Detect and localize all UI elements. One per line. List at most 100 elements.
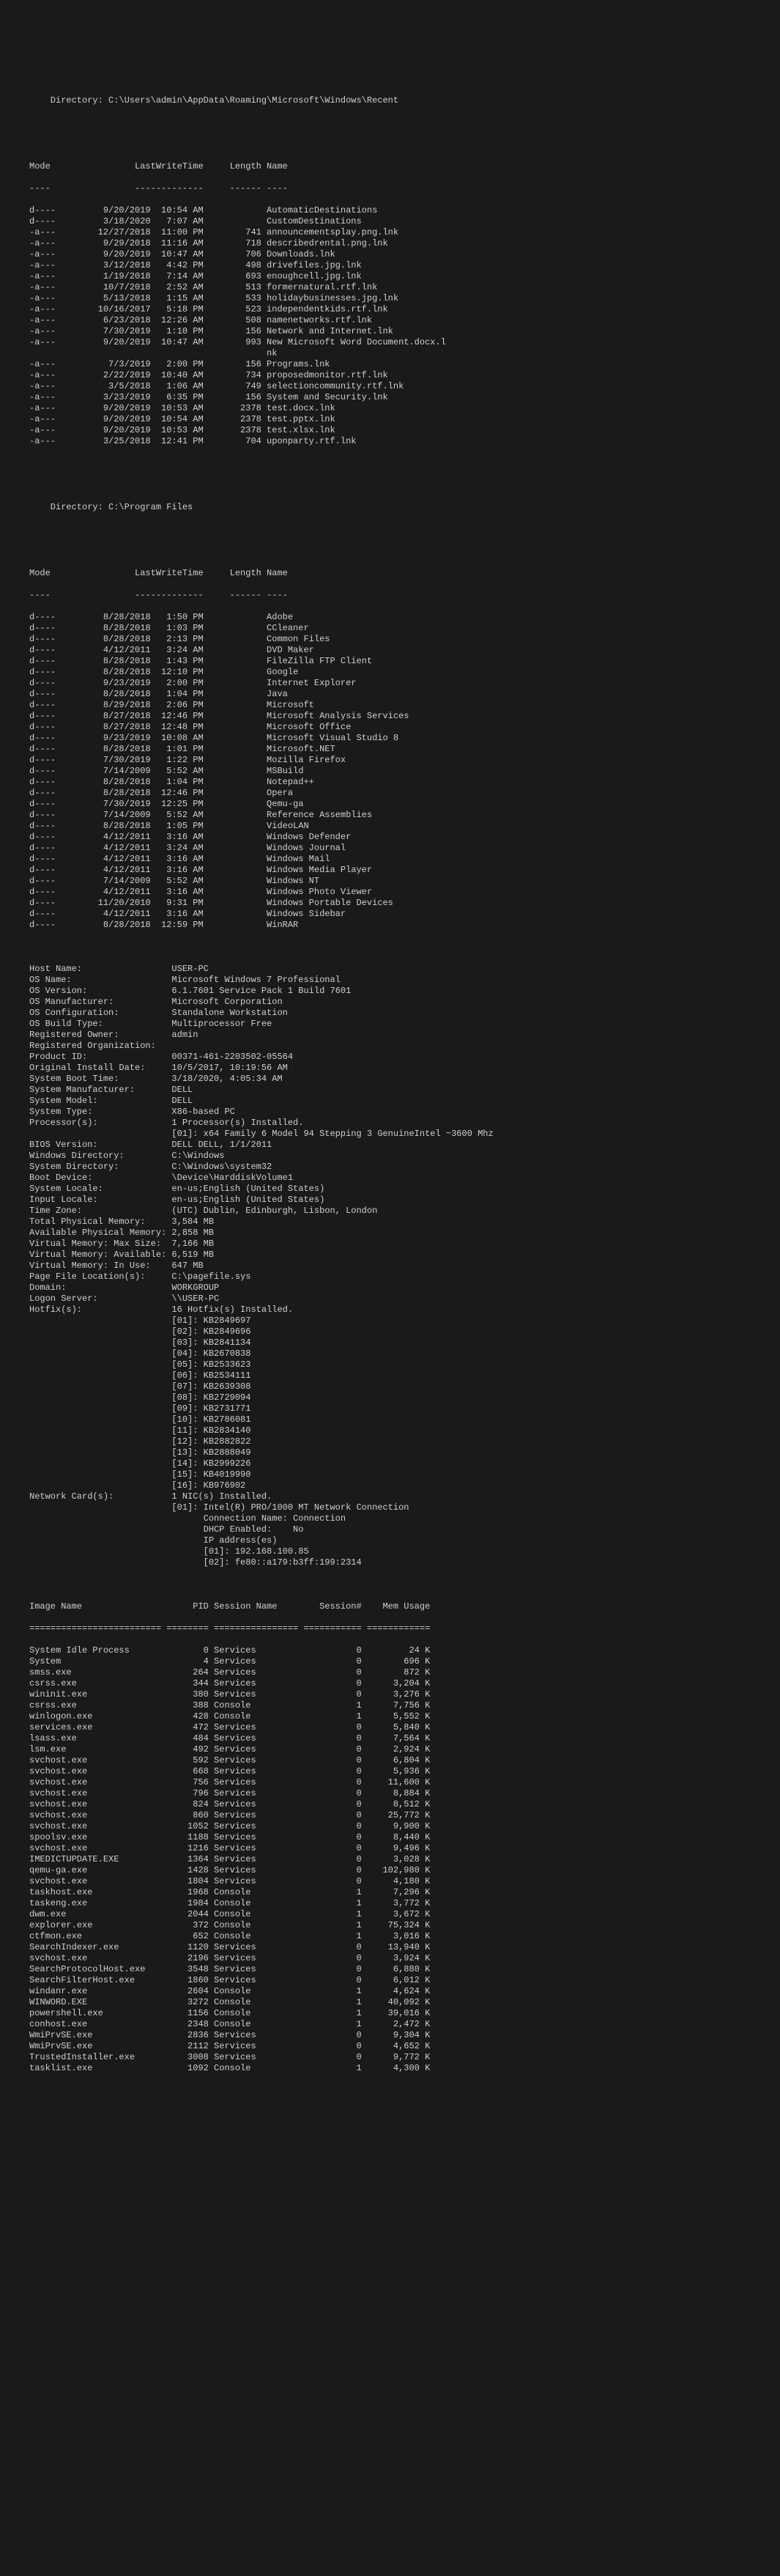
tasklist-row: SearchFilterHost.exe 1860 Services 0 6,0… [29,1975,780,1986]
sysinfo-row: Host Name: USER-PC [29,964,780,975]
dir-listing-row: d---- 8/27/2018 12:46 PM Microsoft Analy… [29,711,780,722]
sysinfo-row: [10]: KB2786081 [29,1414,780,1425]
sysinfo-row: DHCP Enabled: No [29,1524,780,1535]
sysinfo-row: OS Version: 6.1.7601 Service Pack 1 Buil… [29,986,780,997]
dir-listing-row: d---- 8/29/2018 2:06 PM Microsoft [29,700,780,711]
dir-listing-row: d---- 9/20/2019 10:54 AM AutomaticDestin… [29,205,780,216]
tasklist-row: taskeng.exe 1984 Console 1 3,772 K [29,1898,780,1909]
sysinfo-row: [06]: KB2534111 [29,1370,780,1381]
sysinfo-row: [13]: KB2888049 [29,1447,780,1458]
dir-listing-row: nk [29,348,780,359]
dir-listing-row: d---- 4/12/2011 3:16 AM Windows Sidebar [29,909,780,920]
sysinfo-row: Page File Location(s): C:\pagefile.sys [29,1272,780,1283]
dir2-header: Directory: C:\Program Files [29,502,780,513]
tasklist-row: lsm.exe 492 Services 0 2,924 K [29,1744,780,1755]
tasklist-row: System Idle Process 0 Services 0 24 K [29,1645,780,1656]
tasklist-row: svchost.exe 668 Services 0 5,936 K [29,1766,780,1777]
tasklist-row: svchost.exe 1804 Services 0 4,180 K [29,1876,780,1887]
dir1-header: Directory: C:\Users\admin\AppData\Roamin… [29,95,780,106]
sysinfo-row: Network Card(s): 1 NIC(s) Installed. [29,1491,780,1502]
tasklist-row: SearchIndexer.exe 1120 Services 0 13,940… [29,1942,780,1953]
sysinfo-row: System Type: X86-based PC [29,1107,780,1118]
sysinfo-row: Logon Server: \\USER-PC [29,1293,780,1304]
sysinfo-row: [02]: KB2849696 [29,1326,780,1337]
sysinfo-row: [12]: KB2882822 [29,1436,780,1447]
dir-listing-row: -a--- 9/20/2019 10:47 AM 993 New Microso… [29,337,780,348]
dir1-columns: Mode LastWriteTime Length Name [29,161,780,172]
sysinfo-row: [03]: KB2841134 [29,1337,780,1348]
tasklist-row: csrss.exe 344 Services 0 3,204 K [29,1678,780,1689]
tasklist-row: svchost.exe 824 Services 0 8,512 K [29,1799,780,1810]
dir-listing-row: -a--- 6/23/2018 12:26 AM 508 namenetwork… [29,315,780,326]
tasklist-row: ctfmon.exe 652 Console 1 3,016 K [29,1931,780,1942]
sysinfo-row: Input Locale: en-us;English (United Stat… [29,1195,780,1206]
dir-listing-row: -a--- 7/30/2019 1:10 PM 156 Network and … [29,326,780,337]
sysinfo-row: [11]: KB2834140 [29,1425,780,1436]
dir-listing-row: -a--- 2/22/2019 10:40 AM 734 proposedmon… [29,370,780,381]
dir2-rule: ---- ------------- ------ ---- [29,590,780,601]
dir-listing-row: d---- 7/14/2009 5:52 AM Reference Assemb… [29,810,780,821]
dir-listing-row: -a--- 9/20/2019 10:54 AM 2378 test.pptx.… [29,414,780,425]
dir1-rule: ---- ------------- ------ ---- [29,183,780,194]
sysinfo-row: [01]: x64 Family 6 Model 94 Stepping 3 G… [29,1129,780,1140]
dir2-columns: Mode LastWriteTime Length Name [29,568,780,579]
dir-listing-row: d---- 8/28/2018 12:46 PM Opera [29,788,780,799]
dir-listing-row: -a--- 9/20/2019 10:53 AM 2378 test.docx.… [29,403,780,414]
sysinfo-row: IP address(es) [29,1535,780,1546]
tasklist-row: lsass.exe 484 Services 0 7,564 K [29,1733,780,1744]
dir-listing-row: d---- 8/28/2018 1:04 PM Notepad++ [29,777,780,788]
tasklist-row: WINWORD.EXE 3272 Console 1 40,092 K [29,1997,780,2008]
dir-listing-row: -a--- 7/3/2019 2:00 PM 156 Programs.lnk [29,359,780,370]
tasklist-row: windanr.exe 2604 Console 1 4,624 K [29,1986,780,1997]
sysinfo-row: OS Name: Microsoft Windows 7 Professiona… [29,975,780,986]
tasklist-row: csrss.exe 388 Console 1 7,756 K [29,1700,780,1711]
sysinfo-row: BIOS Version: DELL DELL, 1/1/2011 [29,1140,780,1151]
sysinfo-row: Connection Name: Connection [29,1513,780,1524]
tasklist-row: svchost.exe 1216 Services 0 9,496 K [29,1843,780,1854]
dir-listing-row: -a--- 3/23/2019 6:35 PM 156 System and S… [29,392,780,403]
dir-listing-row: -a--- 3/5/2018 1:06 AM 749 selectioncomm… [29,381,780,392]
dir-listing-row: d---- 11/20/2010 9:31 PM Windows Portabl… [29,898,780,909]
sysinfo-row: [04]: KB2670838 [29,1348,780,1359]
dir-listing-row: d---- 8/28/2018 2:13 PM Common Files [29,634,780,645]
tasklist-row: services.exe 472 Services 0 5,840 K [29,1722,780,1733]
tasklist-row: taskhost.exe 1968 Console 1 7,296 K [29,1887,780,1898]
tasklist-row: svchost.exe 1052 Services 0 9,900 K [29,1821,780,1832]
tasklist-row: IMEDICTUPDATE.EXE 1364 Services 0 3,028 … [29,1854,780,1865]
sysinfo-row: System Locale: en-us;English (United Sta… [29,1184,780,1195]
dir-listing-row: -a--- 9/29/2018 11:16 AM 718 describedre… [29,238,780,249]
dir-listing-row: d---- 9/23/2019 2:00 PM Internet Explore… [29,678,780,689]
sysinfo-row: System Boot Time: 3/18/2020, 4:05:34 AM [29,1074,780,1085]
dir-listing-row: d---- 8/28/2018 1:04 PM Java [29,689,780,700]
sysinfo-row: [09]: KB2731771 [29,1403,780,1414]
dir-listing-row: -a--- 1/19/2018 7:14 AM 693 enoughcell.j… [29,271,780,282]
sysinfo-row: OS Build Type: Multiprocessor Free [29,1019,780,1030]
sysinfo-row: Registered Owner: admin [29,1030,780,1041]
dir-listing-row: -a--- 3/25/2018 12:41 PM 704 uponparty.r… [29,436,780,447]
dir-listing-row: -a--- 12/27/2018 11:00 PM 741 announceme… [29,227,780,238]
dir-listing-row: d---- 7/14/2009 5:52 AM MSBuild [29,766,780,777]
tasklist-row: WmiPrvSE.exe 2836 Services 0 9,304 K [29,2030,780,2041]
sysinfo-row: [01]: KB2849697 [29,1315,780,1326]
dir-listing-row: d---- 8/28/2018 12:10 PM Google [29,667,780,678]
sysinfo-row: Processor(s): 1 Processor(s) Installed. [29,1118,780,1129]
sysinfo-row: Virtual Memory: Max Size: 7,166 MB [29,1239,780,1250]
tasklist-row: qemu-ga.exe 1428 Services 0 102,980 K [29,1865,780,1876]
sysinfo-row: Original Install Date: 10/5/2017, 10:19:… [29,1063,780,1074]
tasklist-row: WmiPrvSE.exe 2112 Services 0 4,652 K [29,2041,780,2052]
tasklist-row: TrustedInstaller.exe 3008 Services 0 9,7… [29,2052,780,2063]
dir-listing-row: -a--- 10/16/2017 5:18 PM 523 independent… [29,304,780,315]
sysinfo-row: [02]: fe80::a179:b3ff:199:2314 [29,1557,780,1568]
sysinfo-row: [08]: KB2729094 [29,1392,780,1403]
sysinfo-row: Hotfix(s): 16 Hotfix(s) Installed. [29,1304,780,1315]
terminal-output: Directory: C:\Users\admin\AppData\Roamin… [0,55,780,2305]
sysinfo-row: [01]: 192.168.100.85 [29,1546,780,1557]
tasklist-row: svchost.exe 796 Services 0 8,884 K [29,1788,780,1799]
dir-listing-row: d---- 3/18/2020 7:07 AM CustomDestinatio… [29,216,780,227]
tasklist-row: winlogon.exe 428 Console 1 5,552 K [29,1711,780,1722]
sysinfo-row: [16]: KB976902 [29,1480,780,1491]
dir-listing-row: d---- 8/28/2018 12:59 PM WinRAR [29,920,780,931]
dir-listing-row: -a--- 3/12/2018 4:42 PM 498 drivefiles.j… [29,260,780,271]
tasklist-row: powershell.exe 1156 Console 1 39,016 K [29,2008,780,2019]
dir-listing-row: d---- 4/12/2011 3:24 AM Windows Journal [29,843,780,854]
